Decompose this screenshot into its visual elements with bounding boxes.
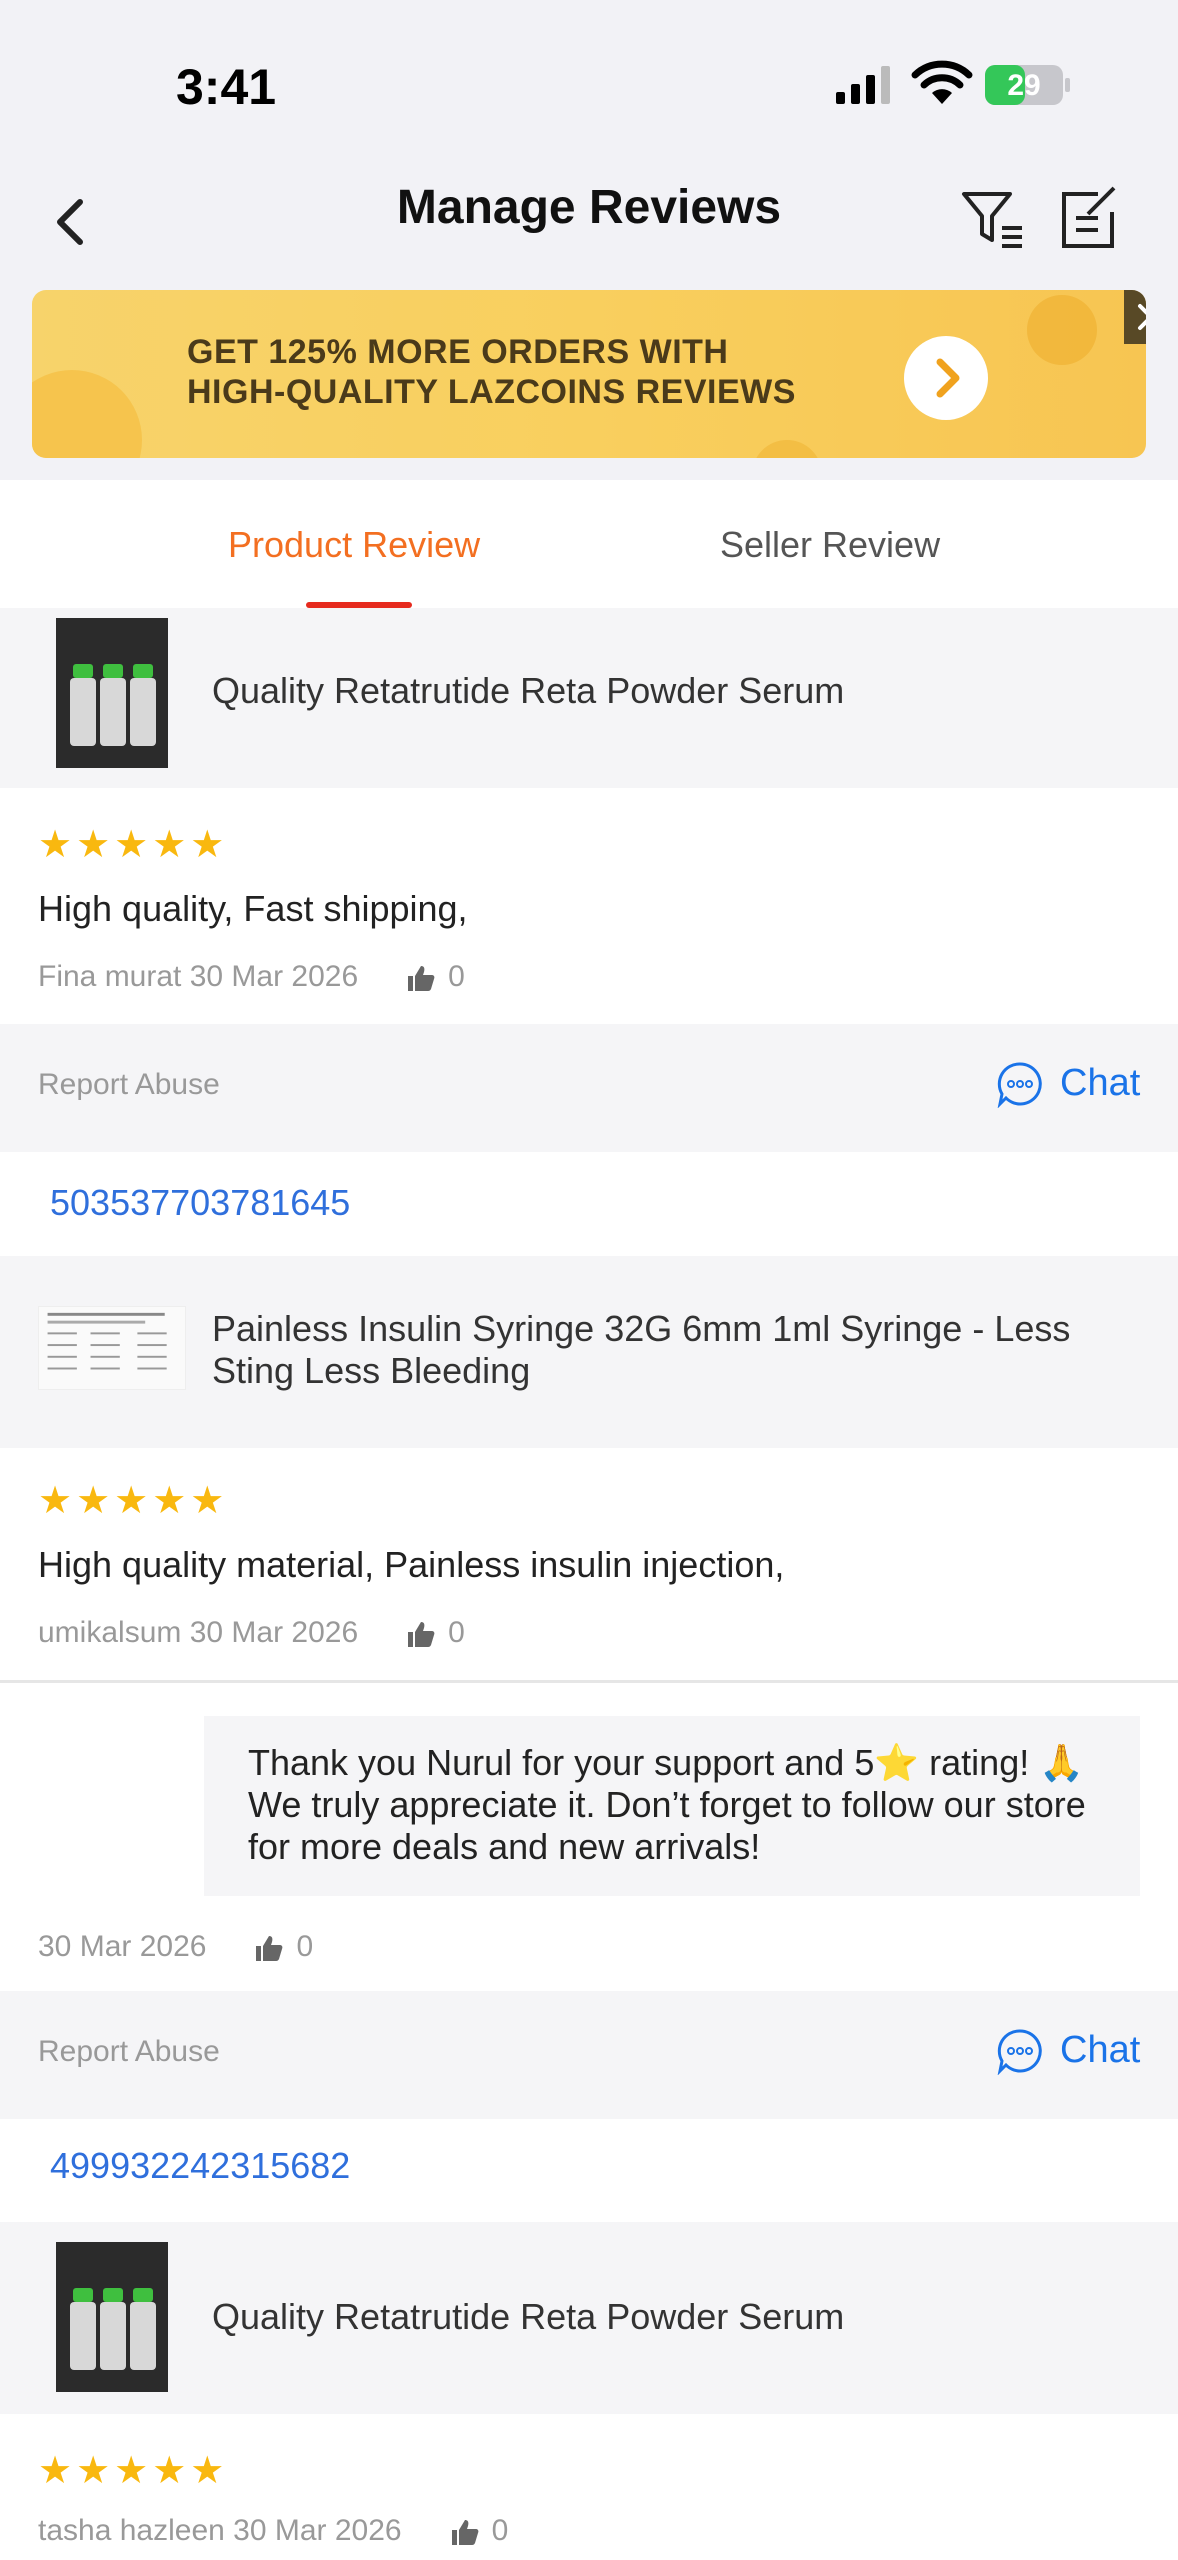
order-number-link[interactable]: 499932242315682 <box>50 2145 350 2187</box>
close-icon <box>1138 304 1146 330</box>
coin-decoration <box>752 440 822 458</box>
product-row[interactable]: Quality Retatrutide Reta Powder Serum <box>0 608 1178 788</box>
product-title: Quality Retatrutide Reta Powder Serum <box>212 2296 845 2337</box>
order-number-link[interactable]: 503537703781645 <box>50 1182 350 1224</box>
reply-date: 30 Mar 2026 <box>38 1930 207 1963</box>
report-abuse-link[interactable]: Report Abuse <box>38 2035 220 2069</box>
coin-decoration <box>32 370 142 458</box>
status-time: 3:41 <box>176 59 277 115</box>
chat-label: Chat <box>1060 1062 1141 1104</box>
review-card: ★★★★★ High quality, Fast shipping, Fina … <box>0 788 1178 1024</box>
like-count: 0 <box>491 2514 509 2547</box>
review-meta: tasha hazleen 30 Mar 2026 0 <box>38 2514 508 2548</box>
order-number-row: 503537703781645 <box>0 1152 1178 1256</box>
like-count: 0 <box>448 960 465 993</box>
reviewer-and-date: tasha hazleen 30 Mar 2026 <box>38 2514 402 2547</box>
star-rating: ★★★★★ <box>38 1480 229 1522</box>
thumbs-up-icon[interactable] <box>254 1934 284 1962</box>
reviewer-and-date: umikalsum 30 Mar 2026 <box>38 1616 359 1649</box>
review-text: High quality material, Painless insulin … <box>38 1544 785 1585</box>
product-image <box>38 1306 186 1390</box>
tab-seller-review[interactable]: Seller Review <box>720 524 940 566</box>
banner-go-button[interactable] <box>904 336 988 420</box>
seller-reply-text: Thank you Nurul for your support and 5⭐ … <box>248 1742 1086 1867</box>
tab-product-review[interactable]: Product Review <box>228 524 480 566</box>
review-actions-bar: Report Abuse Chat <box>0 1991 1178 2119</box>
thumbs-up-icon[interactable] <box>406 964 436 992</box>
product-row[interactable]: Painless Insulin Syringe 32G 6mm 1ml Syr… <box>0 1256 1178 1448</box>
chat-label: Chat <box>1060 2029 1141 2071</box>
battery-level: 29 <box>1007 69 1041 102</box>
banner-close-button[interactable] <box>1124 290 1146 344</box>
promo-banner[interactable]: GET 125% MORE ORDERS WITH HIGH-QUALITY L… <box>32 290 1146 458</box>
thumbs-up-icon[interactable] <box>450 2518 480 2546</box>
product-image <box>56 2242 168 2392</box>
status-bar: 3:41 29 <box>0 0 1178 160</box>
star-rating: ★★★★★ <box>38 2450 229 2492</box>
banner-text: GET 125% MORE ORDERS WITH HIGH-QUALITY L… <box>187 333 796 411</box>
star-rating: ★★★★★ <box>38 824 229 866</box>
review-actions-bar: Report Abuse Chat <box>0 1024 1178 1152</box>
promo-banner-area: GET 125% MORE ORDERS WITH HIGH-QUALITY L… <box>0 290 1178 480</box>
product-title: Quality Retatrutide Reta Powder Serum <box>212 670 845 711</box>
product-row[interactable]: Quality Retatrutide Reta Powder Serum <box>0 2222 1178 2414</box>
thumbs-up-icon[interactable] <box>406 1620 436 1648</box>
reviewer-and-date: Fina murat 30 Mar 2026 <box>38 960 359 993</box>
cellular-signal-icon <box>836 66 890 104</box>
like-count: 0 <box>296 1930 314 1963</box>
product-image <box>56 618 168 768</box>
order-number-row: 499932242315682 <box>0 2119 1178 2223</box>
like-count: 0 <box>448 1616 465 1649</box>
document-thumbnail-icon <box>47 1312 167 1370</box>
review-tabs: Product Review Seller Review <box>0 480 1178 608</box>
seller-reply: Thank you Nurul for your support and 5⭐ … <box>204 1716 1140 1896</box>
review-card: ★★★★★ High quality material, Painless in… <box>0 1448 1178 1680</box>
review-meta: Fina murat 30 Mar 2026 0 <box>38 960 465 994</box>
chat-bubble-icon <box>997 1062 1042 1108</box>
chevron-right-icon <box>936 358 960 398</box>
review-card: ★★★★★ tasha hazleen 30 Mar 2026 0 <box>0 2414 1178 2560</box>
product-title: Painless Insulin Syringe 32G 6mm 1ml Syr… <box>212 1308 1071 1391</box>
review-text: High quality, Fast shipping, <box>38 888 468 929</box>
coin-decoration <box>1027 295 1097 365</box>
chat-bubble-icon <box>997 2029 1042 2075</box>
review-meta: umikalsum 30 Mar 2026 0 <box>38 1616 465 1650</box>
compose-icon[interactable] <box>1054 184 1124 254</box>
report-abuse-link[interactable]: Report Abuse <box>38 1068 220 1102</box>
filter-icon[interactable] <box>958 184 1028 254</box>
wifi-icon <box>911 60 973 104</box>
nav-header: Manage Reviews <box>0 160 1178 290</box>
reply-meta: 30 Mar 2026 0 <box>38 1930 313 1964</box>
battery-icon: 29 <box>984 64 1072 106</box>
